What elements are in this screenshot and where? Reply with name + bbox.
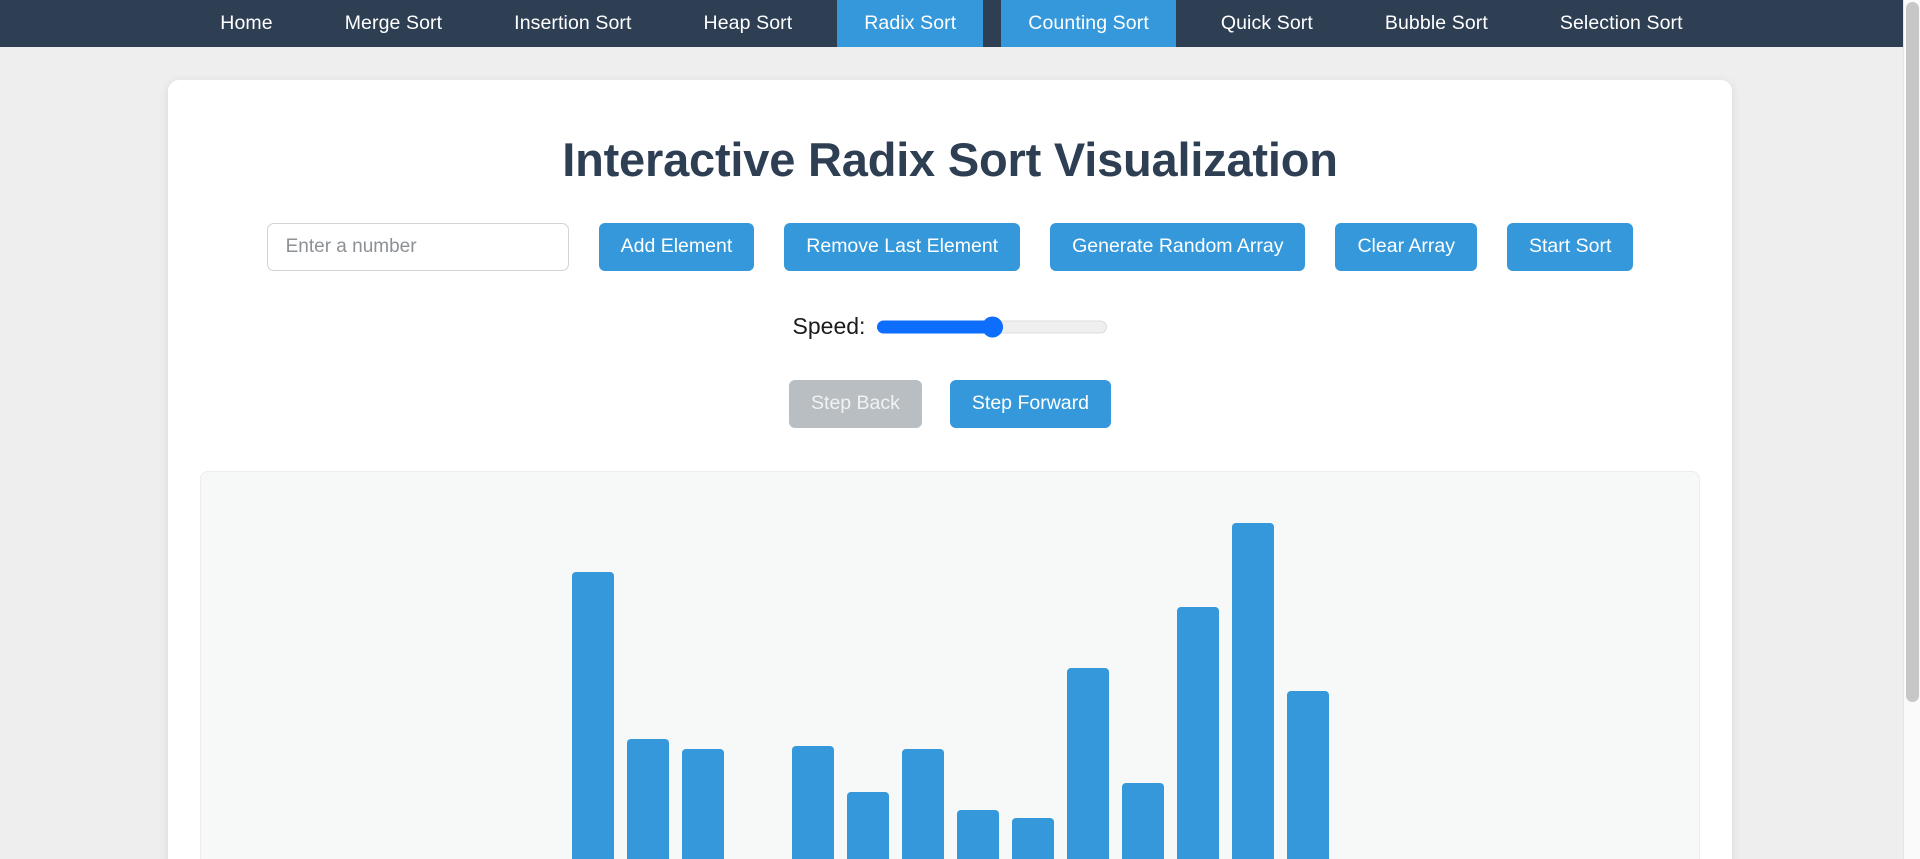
- generate-random-array-button[interactable]: Generate Random Array: [1050, 223, 1306, 271]
- number-input[interactable]: [266, 223, 569, 271]
- bar: [956, 810, 999, 859]
- bar: [1121, 783, 1164, 859]
- speed-control-row: Speed:: [168, 313, 1732, 340]
- speed-label: Speed:: [792, 313, 866, 339]
- bar: [1011, 818, 1054, 859]
- main-navigation: Home Merge Sort Insertion Sort Heap Sort…: [0, 0, 1903, 47]
- nav-item-heap-sort[interactable]: Heap Sort: [677, 0, 820, 47]
- bar: [846, 792, 889, 859]
- step-forward-button[interactable]: Step Forward: [949, 380, 1111, 428]
- nav-item-insertion-sort[interactable]: Insertion Sort: [487, 0, 658, 47]
- speed-slider[interactable]: [877, 316, 1108, 338]
- page-title: Interactive Radix Sort Visualization: [562, 133, 1338, 186]
- bar: [1176, 607, 1219, 859]
- bar: [1286, 691, 1329, 859]
- vertical-scrollbar[interactable]: [1903, 0, 1920, 859]
- start-sort-button[interactable]: Start Sort: [1507, 223, 1634, 271]
- main-card: Interactive Radix Sort Visualization Add…: [168, 80, 1732, 859]
- scrollbar-thumb[interactable]: [1906, 2, 1919, 702]
- bar: [571, 572, 614, 859]
- browser-viewport: Home Merge Sort Insertion Sort Heap Sort…: [0, 0, 1903, 859]
- visualization-container: [200, 471, 1700, 859]
- nav-item-bubble-sort[interactable]: Bubble Sort: [1358, 0, 1515, 47]
- add-element-button[interactable]: Add Element: [598, 223, 755, 271]
- step-controls-row: Step Back Step Forward: [168, 380, 1732, 428]
- nav-item-label: Radix Sort: [864, 11, 957, 34]
- bar: [626, 739, 669, 859]
- nav-item-selection-sort[interactable]: Selection Sort: [1533, 0, 1710, 47]
- bar: [681, 749, 724, 859]
- array-controls-row: Add Element Remove Last Element Generate…: [168, 223, 1732, 271]
- slider-thumb[interactable]: [982, 316, 1004, 337]
- nav-item-counting-sort[interactable]: Counting Sort: [1001, 0, 1176, 47]
- nav-item-label: Insertion Sort: [514, 11, 632, 34]
- clear-array-button[interactable]: Clear Array: [1335, 223, 1477, 271]
- nav-item-label: Quick Sort: [1220, 11, 1313, 34]
- nav-item-radix-sort[interactable]: Radix Sort: [837, 0, 984, 47]
- nav-item-label: Counting Sort: [1028, 11, 1149, 34]
- bar: [901, 749, 944, 859]
- bar-chart: [201, 510, 1699, 859]
- nav-item-label: Heap Sort: [703, 11, 793, 34]
- nav-item-label: Selection Sort: [1559, 11, 1683, 34]
- nav-item-home[interactable]: Home: [193, 0, 299, 47]
- bar: [1231, 522, 1274, 859]
- nav-item-merge-sort[interactable]: Merge Sort: [318, 0, 469, 47]
- remove-last-element-button[interactable]: Remove Last Element: [784, 223, 1021, 271]
- bar: [791, 745, 834, 859]
- bar: [1066, 667, 1109, 859]
- step-back-button[interactable]: Step Back: [789, 380, 922, 428]
- nav-item-label: Bubble Sort: [1384, 11, 1488, 34]
- nav-item-label: Merge Sort: [344, 11, 443, 34]
- nav-item-label: Home: [220, 11, 273, 34]
- nav-item-quick-sort[interactable]: Quick Sort: [1194, 0, 1340, 47]
